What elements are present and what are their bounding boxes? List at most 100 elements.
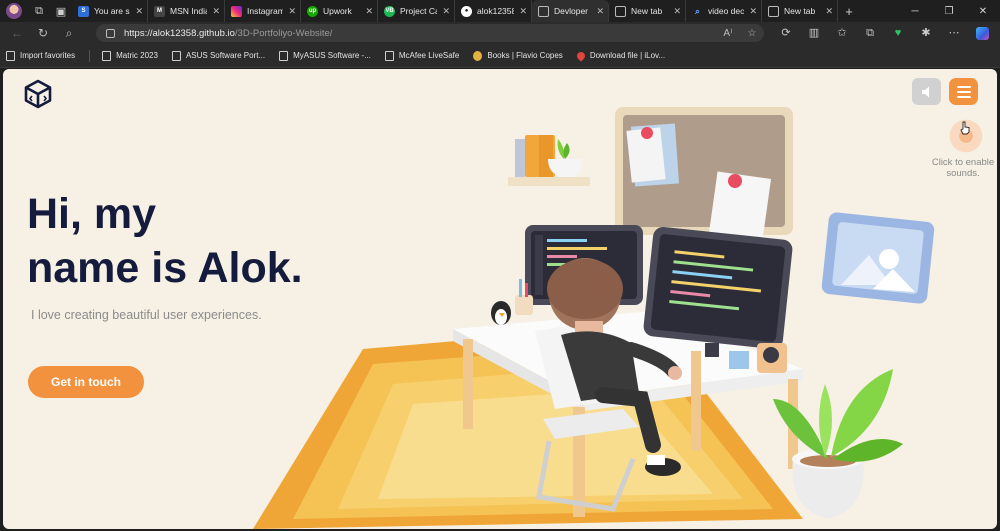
bookmark-label: Import favorites bbox=[20, 51, 76, 60]
hero-title-line1: Hi, my bbox=[27, 190, 157, 238]
project-favicon-icon: VB bbox=[384, 5, 395, 17]
tab-actions-icon[interactable]: ▣ bbox=[50, 0, 72, 22]
close-window-icon[interactable]: ✕ bbox=[966, 6, 1000, 17]
close-icon[interactable]: ✕ bbox=[442, 6, 450, 17]
tab-6[interactable]: Devloper ✕ bbox=[532, 0, 609, 22]
minimize-icon[interactable]: ─ bbox=[898, 6, 932, 17]
read-aloud-icon[interactable]: A⁾ bbox=[716, 28, 740, 39]
bookmark-label: Books | Flavio Copes bbox=[487, 51, 563, 60]
newtab-icon bbox=[768, 5, 779, 17]
heart-icon[interactable]: ♥ bbox=[884, 24, 912, 42]
hand-cursor-icon bbox=[960, 121, 970, 135]
maximize-icon[interactable]: ❐ bbox=[932, 6, 966, 17]
hero-subtitle: I love creating beautiful user experienc… bbox=[31, 308, 262, 322]
bookmark-import[interactable]: Import favorites bbox=[6, 50, 76, 61]
developer-room-illustration bbox=[253, 107, 935, 529]
close-icon[interactable]: ✕ bbox=[596, 6, 604, 17]
url-path: /3D-Portfoliyo-Website/ bbox=[234, 27, 333, 39]
favorite-star-icon[interactable]: ☆ bbox=[740, 28, 764, 39]
back-icon[interactable]: ← bbox=[4, 26, 30, 40]
split-screen-icon[interactable]: ▥ bbox=[800, 24, 828, 42]
ilovepdf-icon bbox=[575, 49, 587, 62]
tab-label: alok12358 bbox=[477, 6, 515, 16]
page-icon bbox=[102, 50, 112, 61]
address-row: ← ↻ ⌕ https://alok12358.github.io /3D-Po… bbox=[0, 22, 1000, 44]
tab-label: video dec bbox=[708, 6, 745, 16]
search-icon: ⌕ bbox=[694, 5, 701, 16]
tab-label: New tab bbox=[631, 6, 663, 16]
picture-frame-illustration bbox=[821, 212, 935, 304]
url-host: https://alok12358.github.io bbox=[124, 27, 235, 39]
close-icon[interactable]: ✕ bbox=[749, 6, 757, 17]
address-bar[interactable]: https://alok12358.github.io /3D-Portfoli… bbox=[96, 24, 764, 42]
bookmark-myasus[interactable]: MyASUS Software -... bbox=[279, 50, 371, 61]
github-icon: ● bbox=[461, 5, 472, 17]
bookmark-books[interactable]: Books | Flavio Copes bbox=[473, 50, 563, 61]
close-icon[interactable]: ✕ bbox=[365, 6, 373, 17]
shelf-illustration bbox=[508, 135, 590, 186]
tab-label: Project Ca bbox=[400, 6, 438, 16]
bookmark-asus-portal[interactable]: ASUS Software Port... bbox=[171, 50, 265, 61]
close-icon[interactable]: ✕ bbox=[673, 6, 681, 17]
hamburger-line bbox=[956, 90, 971, 93]
hamburger-line bbox=[956, 85, 971, 88]
bookmark-label: MyASUS Software -... bbox=[293, 51, 371, 60]
tab-label: New tab bbox=[784, 6, 816, 16]
upwork-icon: up bbox=[307, 5, 318, 17]
bookmark-matric[interactable]: Matric 2023 bbox=[102, 50, 158, 61]
tab-7[interactable]: New tab ✕ bbox=[609, 0, 686, 22]
refresh-icon[interactable]: ↻ bbox=[30, 26, 56, 40]
page-icon bbox=[384, 50, 394, 61]
instagram-icon bbox=[231, 5, 242, 17]
bookmarks-bar: Import favorites Matric 2023 ASUS Softwa… bbox=[0, 44, 1000, 68]
close-icon[interactable]: ✕ bbox=[135, 6, 143, 17]
window-controls: ─ ❐ ✕ bbox=[898, 6, 1000, 17]
tab-label: MSN India bbox=[170, 6, 208, 16]
tab-label: Upwork bbox=[323, 6, 352, 16]
puzzle-icon[interactable]: ✱ bbox=[912, 24, 940, 42]
tab-1[interactable]: M MSN India ✕ bbox=[148, 0, 225, 22]
workspaces-icon[interactable]: ⧉ bbox=[28, 0, 50, 22]
collections-icon[interactable]: ⧉ bbox=[856, 24, 884, 42]
get-in-touch-button[interactable]: Get in touch bbox=[28, 366, 144, 398]
bookmark-ilovepdf[interactable]: Download file | iLov... bbox=[575, 49, 666, 62]
tab-0[interactable]: S You are si ✕ bbox=[72, 0, 148, 22]
cube-logo-icon[interactable] bbox=[23, 79, 53, 109]
bookmark-label: McAfee LiveSafe bbox=[398, 51, 460, 60]
tab-9[interactable]: New tab ✕ bbox=[762, 0, 838, 22]
tab-bar: ⧉ ▣ S You are si ✕ M MSN India ✕ Instagr… bbox=[0, 0, 1000, 22]
bookmark-divider bbox=[89, 49, 91, 62]
page-icon bbox=[279, 50, 289, 61]
more-icon[interactable]: ⋯ bbox=[940, 24, 968, 42]
tab-favicon-icon: S bbox=[78, 5, 89, 17]
tab-8[interactable]: ⌕ video dec ✕ bbox=[686, 0, 762, 22]
copilot-icon[interactable] bbox=[968, 24, 996, 42]
close-icon[interactable]: ✕ bbox=[288, 6, 296, 17]
new-tab-button[interactable]: + bbox=[838, 4, 860, 19]
tab-5[interactable]: ● alok12358 ✕ bbox=[455, 0, 532, 22]
menu-button[interactable] bbox=[949, 78, 978, 105]
page-icon bbox=[538, 5, 549, 17]
tab-4[interactable]: VB Project Ca ✕ bbox=[378, 0, 455, 22]
hamburger-line bbox=[956, 95, 971, 98]
profile-avatar[interactable] bbox=[6, 3, 22, 19]
tab-favicon-icon: M bbox=[154, 5, 165, 17]
close-icon[interactable]: ✕ bbox=[212, 6, 220, 17]
tab-3[interactable]: up Upwork ✕ bbox=[301, 0, 378, 22]
tab-label: Instagram bbox=[247, 6, 284, 16]
favorites-icon[interactable]: ✩ bbox=[828, 24, 856, 42]
lock-icon[interactable] bbox=[106, 28, 115, 38]
monitor-right-illustration bbox=[643, 226, 793, 357]
search-icon[interactable]: ⌕ bbox=[56, 26, 82, 41]
books-icon bbox=[473, 50, 483, 61]
extensions-icon[interactable]: ⟳ bbox=[772, 24, 800, 42]
tab-2[interactable]: Instagram ✕ bbox=[225, 0, 301, 22]
bookmark-label: Download file | iLov... bbox=[589, 51, 666, 60]
bookmark-mcafee[interactable]: McAfee LiveSafe bbox=[384, 50, 460, 61]
tab-label: Devloper bbox=[554, 6, 589, 16]
bookmark-label: Matric 2023 bbox=[116, 51, 158, 60]
close-icon[interactable]: ✕ bbox=[825, 6, 833, 17]
newtab-icon bbox=[615, 5, 626, 17]
page-icon bbox=[171, 50, 181, 61]
close-icon[interactable]: ✕ bbox=[519, 6, 527, 17]
